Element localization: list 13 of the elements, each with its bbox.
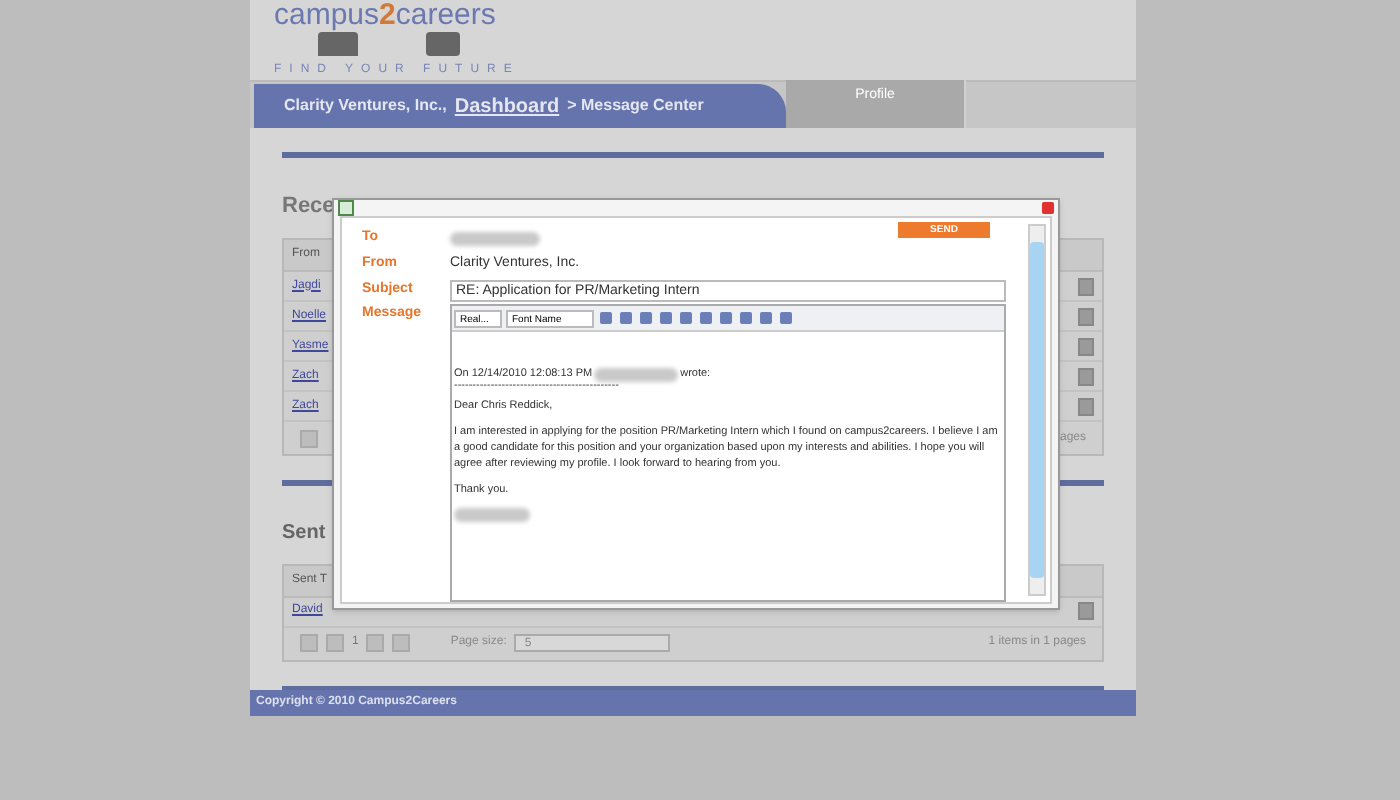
blurred-name (450, 232, 540, 246)
breadcrumb-text: > Message Center (567, 94, 704, 118)
section-heading: Sent (282, 519, 326, 548)
company-name: Clarity Ventures, Inc., (284, 94, 447, 118)
message-editor[interactable] (450, 304, 1006, 602)
close-button[interactable] (1042, 202, 1054, 214)
dashboard-link[interactable]: Dashboard (454, 91, 560, 121)
scrollbar[interactable] (1028, 224, 1046, 596)
blurred-name (454, 508, 530, 522)
section-heading: Rece (282, 191, 335, 222)
window-icon (338, 200, 354, 216)
blurred-name (594, 367, 679, 381)
logo[interactable]: campus2careers (274, 0, 1136, 30)
